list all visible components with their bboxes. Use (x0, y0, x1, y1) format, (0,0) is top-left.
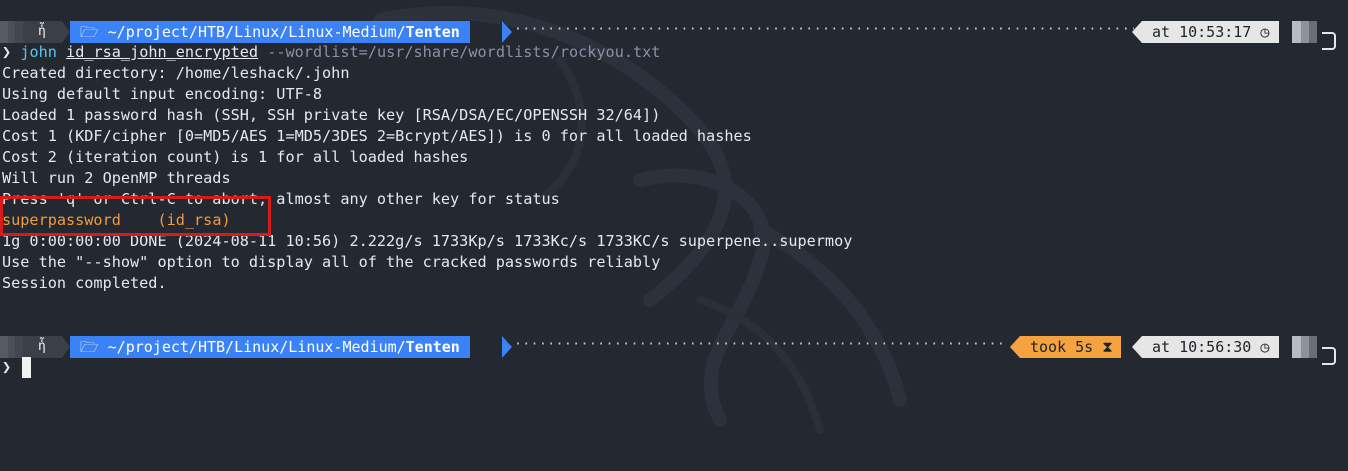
timestamp: at 10:56:30 ◷ (1152, 338, 1270, 356)
path-segment: 🗁 ~/project/HTB/Linux/Linux-Medium/Tente… (70, 21, 470, 43)
output-line: Loaded 1 password hash (SSH, SSH private… (2, 106, 661, 124)
output-line: Use the "--show" option to display all o… (2, 253, 661, 271)
path-text: ~/project/HTB/Linux/Linux-Medium/ (107, 338, 406, 356)
command-duration: took 5s ⧗ (1030, 338, 1113, 356)
path-segment: 🗁 ~/project/HTB/Linux/Linux-Medium/Tente… (70, 336, 470, 358)
text-cursor[interactable] (22, 357, 31, 378)
os-segment: ἧ (0, 336, 62, 358)
output-line: Created directory: /home/leshack/.john (2, 64, 350, 82)
prompt-bracket (1322, 32, 1336, 50)
command-program: john (20, 43, 57, 61)
input-line[interactable]: ❯ (2, 357, 11, 378)
prompt-fill-dots: ········································… (514, 337, 1004, 352)
output-line: Will run 2 OpenMP threads (2, 169, 231, 187)
prompt-bar-2: ἧ 🗁 ~/project/HTB/Linux/Linux-Medium/Ten… (0, 336, 1348, 365)
output-line: Cost 1 (KDF/cipher [0=MD5/AES 1=MD5/3DES… (2, 127, 752, 145)
current-dir: Tenten (405, 23, 460, 41)
folder-icon: 🗁 (80, 338, 99, 356)
prompt-fill-dots: ········································… (514, 22, 1134, 37)
linux-icon: ἧ (38, 339, 46, 354)
prompt-bracket (1322, 347, 1336, 365)
command-file-arg: id_rsa_john_encrypted (66, 43, 259, 61)
os-segment: ἧ (0, 21, 62, 43)
linux-icon: ἧ (38, 24, 46, 39)
highlight-box (0, 196, 271, 236)
prompt-chevron: ❯ (2, 358, 12, 376)
prompt-bar-1: ἧ 🗁 ~/project/HTB/Linux/Linux-Medium/Ten… (0, 21, 1348, 50)
command-wordlist-option: --wordlist=/usr/share/wordlists/rockyou.… (267, 43, 661, 61)
output-line: Cost 2 (iteration count) is 1 for all lo… (2, 148, 469, 166)
duration-segment: took 5s ⧗ (1020, 336, 1121, 358)
output-line: Using default input encoding: UTF-8 (2, 85, 323, 103)
folder-icon: 🗁 (80, 23, 99, 41)
path-text: ~/project/HTB/Linux/Linux-Medium/ (107, 23, 406, 41)
clock-segment: at 10:56:30 ◷ (1142, 336, 1280, 358)
clock-segment: at 10:53:17 ◷ (1142, 21, 1280, 43)
command-line: ❯ john id_rsa_john_encrypted --wordlist=… (2, 42, 660, 63)
current-dir: Tenten (405, 338, 460, 356)
output-line: Session completed. (2, 274, 167, 292)
timestamp: at 10:53:17 ◷ (1152, 23, 1270, 41)
prompt-chevron: ❯ (2, 43, 12, 61)
